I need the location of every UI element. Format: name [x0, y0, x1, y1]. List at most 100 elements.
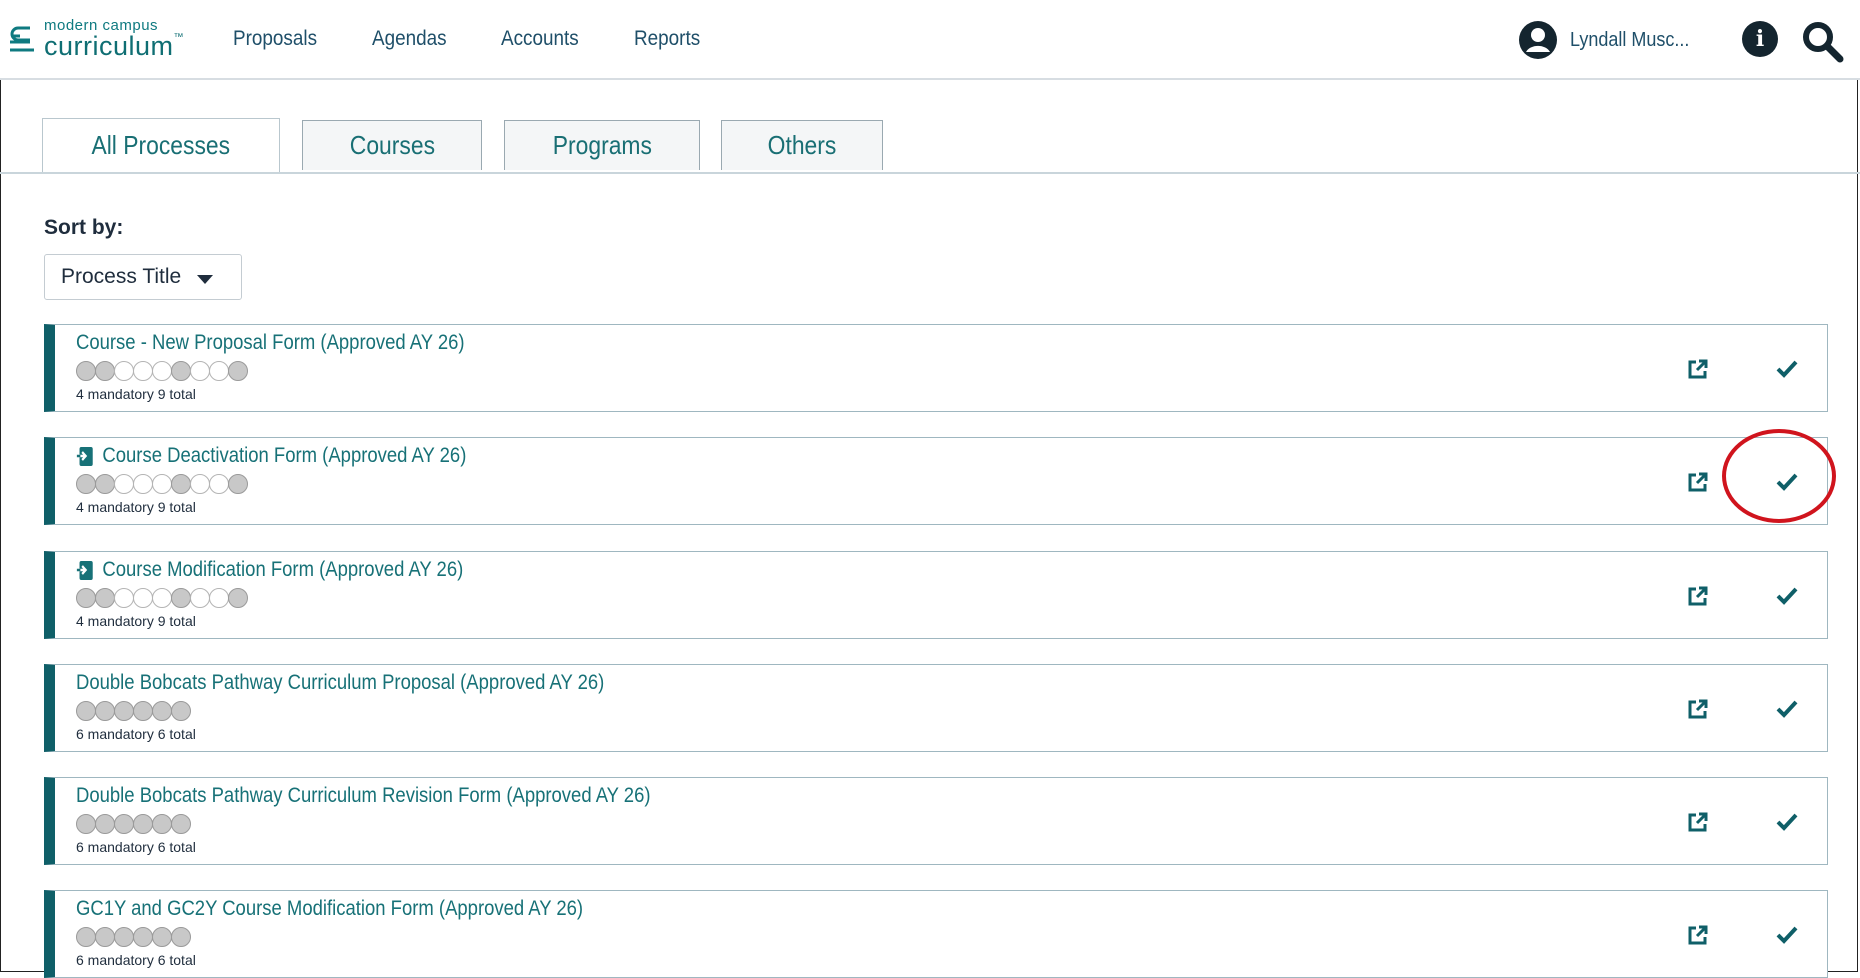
process-title[interactable]: GC1Y and GC2Y Course Modification Form (…: [76, 897, 583, 921]
optional-step-dot: [190, 361, 210, 381]
mandatory-step-dot: [152, 814, 172, 834]
process-title[interactable]: Course Modification Form (Approved AY 26…: [76, 558, 463, 582]
optional-step-dot: [133, 474, 153, 494]
mandatory-step-dot: [171, 361, 191, 381]
mandatory-step-dot: [171, 701, 191, 721]
optional-step-dot: [209, 474, 229, 494]
check-icon[interactable]: [1775, 699, 1799, 719]
top-nav: modern campus curriculum™ Proposals Agen…: [0, 0, 1860, 80]
process-title-text: Double Bobcats Pathway Curriculum Propos…: [76, 671, 605, 694]
mandatory-step-dot: [114, 814, 134, 834]
external-link-icon[interactable]: [1687, 358, 1709, 380]
mandatory-step-dot: [133, 927, 153, 947]
mandatory-step-dot: [76, 701, 96, 721]
process-card[interactable]: Double Bobcats Pathway Curriculum Propos…: [44, 664, 1828, 752]
step-indicators: [76, 701, 191, 721]
optional-step-dot: [114, 588, 134, 608]
optional-step-dot: [152, 474, 172, 494]
external-link-icon[interactable]: [1687, 811, 1709, 833]
process-title[interactable]: Course - New Proposal Form (Approved AY …: [76, 331, 465, 355]
external-link-icon[interactable]: [1687, 698, 1709, 720]
mandatory-step-dot: [95, 814, 115, 834]
logo-big-text: curriculum™: [44, 33, 184, 60]
mandatory-step-dot: [76, 361, 96, 381]
external-link-icon[interactable]: [1687, 924, 1709, 946]
mandatory-step-dot: [114, 701, 134, 721]
process-title-text: Course Modification Form (Approved AY 26…: [102, 558, 464, 581]
nav-accounts[interactable]: Accounts: [501, 27, 579, 51]
nav-links: Proposals Agendas Accounts Reports: [233, 0, 753, 78]
mandatory-step-dot: [95, 474, 115, 494]
external-link-icon[interactable]: [1687, 585, 1709, 607]
process-title-text: Double Bobcats Pathway Curriculum Revisi…: [76, 784, 651, 807]
tab-all-processes[interactable]: All Processes: [42, 118, 280, 172]
tab-courses[interactable]: Courses: [302, 120, 482, 170]
mandatory-step-dot: [228, 474, 248, 494]
mandatory-step-dot: [152, 927, 172, 947]
check-icon[interactable]: [1775, 925, 1799, 945]
nav-agendas[interactable]: Agendas: [372, 27, 447, 51]
caret-down-icon: [197, 274, 214, 284]
mandatory-step-dot: [114, 927, 134, 947]
tab-others-label: Others: [767, 130, 837, 160]
tab-all-processes-label: All Processes: [91, 130, 231, 160]
step-summary: 4 mandatory 9 total: [76, 499, 196, 515]
nav-reports[interactable]: Reports: [634, 27, 700, 51]
mandatory-step-dot: [133, 701, 153, 721]
mandatory-step-dot: [228, 361, 248, 381]
annotation-circle: [1722, 429, 1836, 523]
user-avatar-icon: [1519, 21, 1557, 59]
logo-mark-icon: [10, 26, 34, 52]
optional-step-dot: [209, 361, 229, 381]
process-title-text: Course - New Proposal Form (Approved AY …: [76, 331, 465, 354]
step-summary: 6 mandatory 6 total: [76, 726, 196, 742]
nav-proposals[interactable]: Proposals: [233, 27, 317, 51]
mandatory-step-dot: [76, 474, 96, 494]
tab-courses-label: Courses: [349, 130, 435, 160]
mandatory-step-dot: [95, 927, 115, 947]
optional-step-dot: [133, 361, 153, 381]
optional-step-dot: [190, 474, 210, 494]
step-indicators: [76, 474, 248, 494]
logo[interactable]: modern campus curriculum™: [8, 16, 184, 62]
optional-step-dot: [190, 588, 210, 608]
mandatory-step-dot: [95, 588, 115, 608]
step-summary: 6 mandatory 6 total: [76, 952, 196, 968]
process-title[interactable]: Double Bobcats Pathway Curriculum Revisi…: [76, 784, 651, 808]
mandatory-step-dot: [95, 361, 115, 381]
process-title-text: Course Deactivation Form (Approved AY 26…: [102, 444, 467, 467]
info-icon[interactable]: i: [1742, 21, 1778, 57]
user-menu[interactable]: Lyndall Musc...: [1518, 20, 1703, 60]
sort-by-label: Sort by:: [44, 216, 124, 239]
mandatory-step-dot: [76, 814, 96, 834]
check-icon[interactable]: [1775, 359, 1799, 379]
process-title[interactable]: Double Bobcats Pathway Curriculum Propos…: [76, 671, 604, 695]
tab-programs[interactable]: Programs: [504, 120, 700, 170]
optional-step-dot: [209, 588, 229, 608]
mandatory-step-dot: [152, 701, 172, 721]
step-summary: 6 mandatory 6 total: [76, 839, 196, 855]
sort-selected-value: Process Title: [61, 265, 182, 288]
process-tabs: All Processes Courses Programs Others: [0, 118, 1860, 174]
logo-tm: ™: [173, 32, 185, 43]
logo-big-word: curriculum: [44, 31, 174, 61]
document-import-icon: [76, 561, 93, 580]
check-icon[interactable]: [1775, 812, 1799, 832]
process-card[interactable]: Course - New Proposal Form (Approved AY …: [44, 324, 1828, 412]
check-icon[interactable]: [1775, 586, 1799, 606]
process-title[interactable]: Course Deactivation Form (Approved AY 26…: [76, 444, 466, 468]
tab-others[interactable]: Others: [721, 120, 883, 170]
process-title-text: GC1Y and GC2Y Course Modification Form (…: [76, 897, 584, 920]
mandatory-step-dot: [171, 474, 191, 494]
sort-select[interactable]: Process Title: [44, 254, 242, 300]
process-card[interactable]: Course Modification Form (Approved AY 26…: [44, 551, 1828, 639]
process-card[interactable]: Course Deactivation Form (Approved AY 26…: [44, 437, 1828, 525]
external-link-icon[interactable]: [1687, 471, 1709, 493]
process-card[interactable]: Double Bobcats Pathway Curriculum Revisi…: [44, 777, 1828, 865]
step-indicators: [76, 927, 191, 947]
optional-step-dot: [133, 588, 153, 608]
step-indicators: [76, 588, 248, 608]
search-icon[interactable]: [1800, 19, 1844, 63]
step-summary: 4 mandatory 9 total: [76, 613, 196, 629]
process-card[interactable]: GC1Y and GC2Y Course Modification Form (…: [44, 890, 1828, 978]
